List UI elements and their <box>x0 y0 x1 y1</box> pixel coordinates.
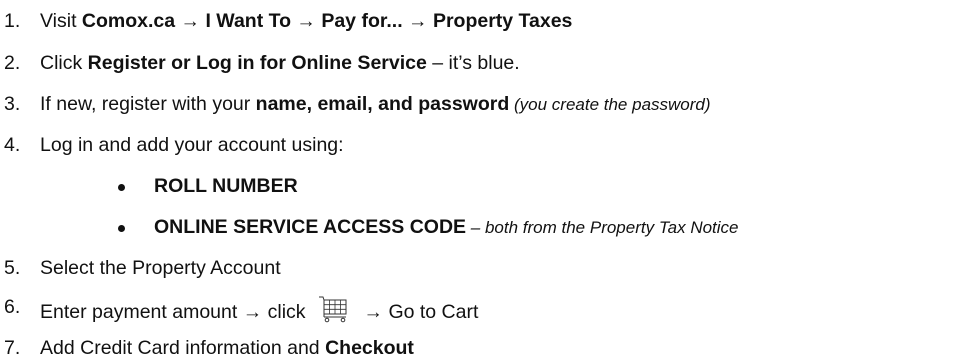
step-text: Visit Comox.ca → I Want To → Pay for... … <box>40 8 572 34</box>
step-text-bold: name, email, and password <box>255 93 510 115</box>
step-text-bold: Register or Log in for Online Service <box>87 52 427 74</box>
step-text-plain: Enter payment amount → click <box>40 301 306 323</box>
step-text: If new, register with your name, email, … <box>40 91 711 118</box>
bullet-dot <box>118 225 125 232</box>
step-text-plain: If new, register with your <box>40 93 256 115</box>
step-text: Add Credit Card information and Checkout <box>40 335 414 361</box>
bullet-dot <box>118 184 125 191</box>
step-number: 2. <box>4 52 21 74</box>
step-text-bold: Checkout <box>325 337 414 359</box>
step-text-bold: Comox.ca → I Want To → Pay for... → Prop… <box>81 10 573 32</box>
bullet-text: ONLINE SERVICE ACCESS CODE – both from t… <box>154 214 739 241</box>
step-text-plain-2: – it’s blue. <box>426 52 520 74</box>
bullet-text-italic: – both from the Property Tax Notice <box>466 218 739 237</box>
step-text: Select the Property Account <box>40 257 281 279</box>
step-text: Enter payment amount → click → Go to Car… <box>40 294 478 331</box>
bullet-text-bold: ONLINE SERVICE ACCESS CODE <box>154 216 467 238</box>
shopping-cart-icon <box>318 294 358 331</box>
step-text-italic: (you create the password) <box>509 95 711 114</box>
step-number: 5. <box>4 257 21 279</box>
step-text-plain: Click <box>40 52 88 74</box>
bullet-text-bold: ROLL NUMBER <box>154 175 298 197</box>
step-number: 7. <box>4 337 21 359</box>
step-number: 4. <box>4 134 21 156</box>
step-number: 1. <box>4 10 21 32</box>
step-text: Log in and add your account using: <box>40 134 344 156</box>
step-text-plain: Visit <box>40 10 82 32</box>
step-text-plain-2: → Go to Cart <box>363 301 479 323</box>
step-number: 6. <box>4 296 21 318</box>
step-number: 3. <box>4 93 21 115</box>
bullet-text: ROLL NUMBER <box>154 173 298 199</box>
step-text: Click Register or Log in for Online Serv… <box>40 50 520 76</box>
step-text-plain: Add Credit Card information and <box>40 337 326 359</box>
